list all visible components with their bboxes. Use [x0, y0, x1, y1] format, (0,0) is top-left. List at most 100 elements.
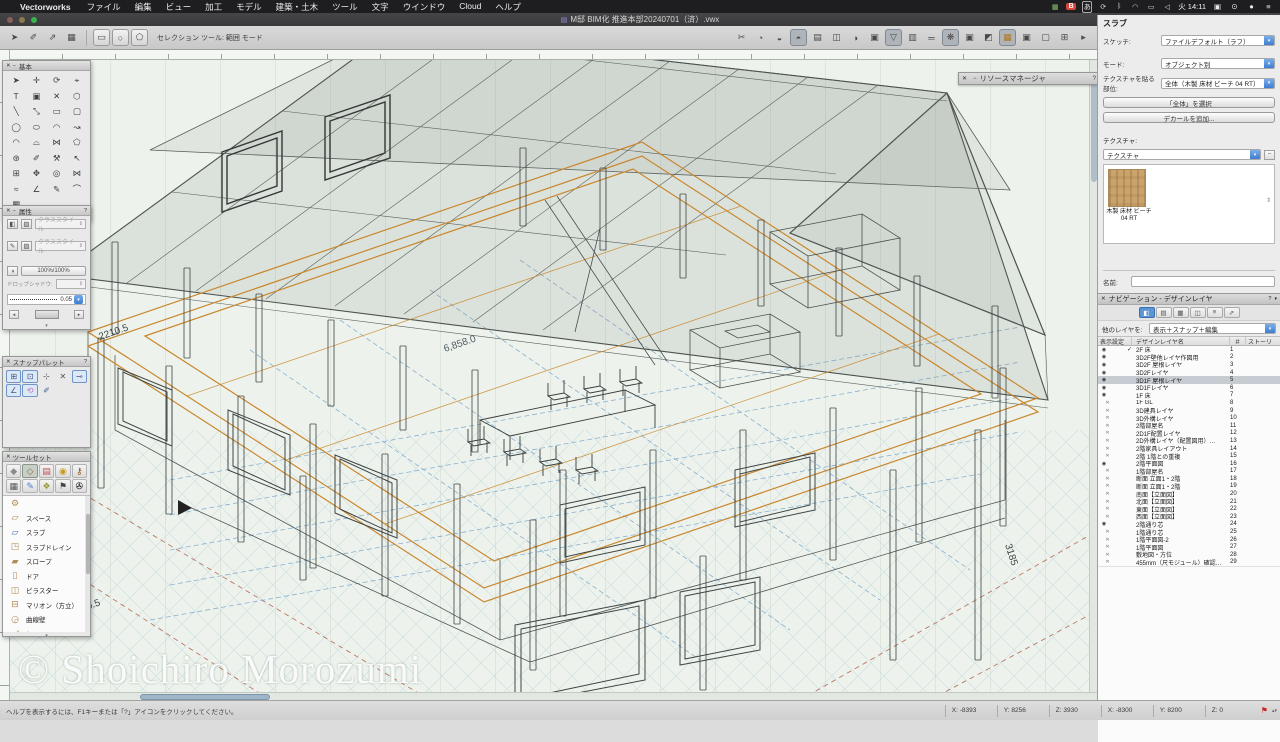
visibility-icon[interactable]: ✕: [1098, 408, 1110, 414]
basic-tool-button[interactable]: ⬠: [67, 135, 87, 151]
minimize-icon[interactable]: −: [973, 76, 977, 82]
texture-browser[interactable]: 木製 床材 ビーチ04 RT ⇕: [1103, 164, 1275, 244]
view-mode-icon[interactable]: ◓: [790, 29, 807, 46]
selection-tool-icon[interactable]: ⇗: [44, 29, 61, 46]
snap-toggle-button[interactable]: ⊞: [6, 370, 21, 383]
menu-item[interactable]: ファイル: [80, 1, 128, 13]
visibility-icon[interactable]: ✕: [1098, 438, 1110, 444]
visibility-icon[interactable]: ✕: [1098, 400, 1110, 406]
basic-tool-button[interactable]: ◠: [47, 120, 67, 136]
visibility-icon[interactable]: ✕: [1098, 559, 1110, 565]
layer-name[interactable]: 1F GL: [1132, 400, 1230, 406]
toolset-category-button[interactable]: ✎: [22, 479, 37, 493]
minimize-icon[interactable]: −: [13, 208, 16, 214]
selection-mode-button[interactable]: ⬠: [131, 29, 148, 46]
close-icon[interactable]: ✕: [6, 454, 11, 460]
snap-toggle-button[interactable]: ⟲: [22, 384, 37, 397]
fill-bucket-icon[interactable]: ◧: [7, 219, 18, 229]
visibility-icon[interactable]: ◉: [1098, 354, 1110, 360]
vertical-scrollbar[interactable]: [1089, 60, 1097, 692]
toolset-category-button[interactable]: ◉: [55, 464, 70, 478]
basic-tool-button[interactable]: ╲: [6, 104, 26, 120]
navigation-tab[interactable]: ⇗: [1224, 307, 1240, 318]
toolset-category-button[interactable]: ▤: [39, 464, 54, 478]
basic-tool-button[interactable]: ✥: [26, 166, 46, 182]
basic-tool-button[interactable]: ⟳: [47, 73, 67, 89]
status-app-icon[interactable]: B: [1066, 3, 1076, 10]
chevron-down-icon[interactable]: ▾: [1274, 296, 1277, 302]
next-arrow-button[interactable]: ▸: [74, 310, 84, 319]
sketch-select[interactable]: ファイルデフォルト（ラフ）▾: [1161, 35, 1275, 46]
toolset-category-button[interactable]: ⚑: [55, 479, 70, 493]
toolset-category-button[interactable]: ▦: [6, 479, 21, 493]
visibility-icon[interactable]: ◉: [1098, 392, 1110, 398]
status-app-icon[interactable]: ▦: [1050, 3, 1060, 11]
control-center-icon[interactable]: ≡: [1263, 2, 1274, 11]
toolset-tool-item[interactable]: ▰ スロープ: [3, 554, 90, 569]
help-icon[interactable]: ?: [84, 359, 87, 365]
basic-tool-button[interactable]: ⬭: [26, 120, 46, 136]
menu-item[interactable]: 建築・土木: [269, 1, 326, 13]
toolset-tool-item[interactable]: ◫ ピラスター: [3, 583, 90, 598]
toolset-category-button[interactable]: ⚷: [72, 464, 87, 478]
visibility-icon[interactable]: ✕: [1098, 552, 1110, 558]
navigation-tab[interactable]: ▤: [1156, 307, 1172, 318]
toolset-tool-item[interactable]: ⊟ マリオン（方立）: [3, 598, 90, 613]
visibility-icon[interactable]: ✕: [1098, 506, 1110, 512]
visibility-icon[interactable]: ◉: [1098, 347, 1110, 353]
visibility-icon[interactable]: ✕: [1098, 423, 1110, 429]
layer-row[interactable]: ✕ 455mm（尺モジュール）確認… 29: [1098, 559, 1280, 567]
view-mode-icon[interactable]: ▣: [961, 29, 978, 46]
basic-tool-button[interactable]: ▭: [47, 104, 67, 120]
visibility-icon[interactable]: ◉: [1098, 377, 1110, 383]
input-source-icon[interactable]: あ: [1082, 1, 1092, 13]
pen-style-select[interactable]: クラススタイル⇕: [35, 241, 86, 251]
visibility-icon[interactable]: ◉: [1098, 370, 1110, 376]
siri-icon[interactable]: ●: [1246, 2, 1257, 11]
snap-toggle-button[interactable]: ✐: [39, 384, 54, 397]
view-mode-icon[interactable]: ▢: [1037, 29, 1054, 46]
menu-item[interactable]: モデル: [229, 1, 269, 13]
basic-tool-button[interactable]: ⤡: [26, 104, 46, 120]
basic-tool-button[interactable]: ⋈: [47, 135, 67, 151]
navigation-tab[interactable]: ≡: [1207, 307, 1223, 318]
view-mode-icon[interactable]: ▸: [1075, 29, 1092, 46]
menu-item[interactable]: ヘルプ: [488, 1, 528, 13]
menu-clock[interactable]: 火 14:11: [1178, 1, 1206, 12]
basic-tool-button[interactable]: ↖: [67, 151, 87, 167]
menu-item[interactable]: ツール: [325, 1, 365, 13]
drawing-canvas[interactable]: ◈: [10, 60, 1097, 700]
selection-tool-icon[interactable]: ✐: [25, 29, 42, 46]
menu-item[interactable]: 編集: [128, 1, 159, 13]
view-mode-icon[interactable]: ⊞: [1056, 29, 1073, 46]
remove-texture-button[interactable]: −: [1264, 150, 1275, 160]
fill-swatch[interactable]: ▨: [21, 219, 32, 229]
visibility-icon[interactable]: ✕: [1098, 468, 1110, 474]
visibility-icon[interactable]: ✕: [1098, 499, 1110, 505]
view-mode-icon[interactable]: ═: [923, 29, 940, 46]
line-weight-control[interactable]: 0.05 ▾: [7, 294, 86, 305]
view-mode-icon[interactable]: ▦: [999, 29, 1016, 46]
drop-shadow-select[interactable]: ⇕: [56, 279, 86, 289]
menu-item[interactable]: 加工: [198, 1, 229, 13]
menu-item[interactable]: Cloud: [452, 1, 488, 13]
close-icon[interactable]: ✕: [1101, 296, 1106, 302]
visibility-icon[interactable]: ✕: [1098, 491, 1110, 497]
basic-tool-button[interactable]: ⊞: [6, 166, 26, 182]
visibility-icon[interactable]: ✕: [1098, 514, 1110, 520]
basic-tool-button[interactable]: T: [6, 89, 26, 105]
visibility-icon[interactable]: ✕: [1098, 476, 1110, 482]
view-mode-icon[interactable]: ▽: [885, 29, 902, 46]
snap-toggle-button[interactable]: ∠: [6, 384, 21, 397]
select-whole-button[interactable]: 「全体」を選択: [1103, 97, 1275, 108]
fill-style-select[interactable]: クラススタイル⇕: [35, 219, 86, 229]
prev-arrow-button[interactable]: ◂: [9, 310, 19, 319]
view-mode-icon[interactable]: ▣: [1018, 29, 1035, 46]
basic-tool-button[interactable]: ⚒: [47, 151, 67, 167]
toolset-scrollbar[interactable]: [85, 496, 90, 632]
flag-icon[interactable]: ⚑: [1257, 706, 1272, 715]
volume-icon[interactable]: ◁: [1162, 3, 1172, 11]
line-weight-dropdown[interactable]: ▾: [74, 295, 83, 304]
app-menu[interactable]: Vectorworks: [20, 2, 71, 12]
texture-part-select[interactable]: 全体（木製 床材 ビーチ 04 RT）▾: [1161, 78, 1275, 89]
